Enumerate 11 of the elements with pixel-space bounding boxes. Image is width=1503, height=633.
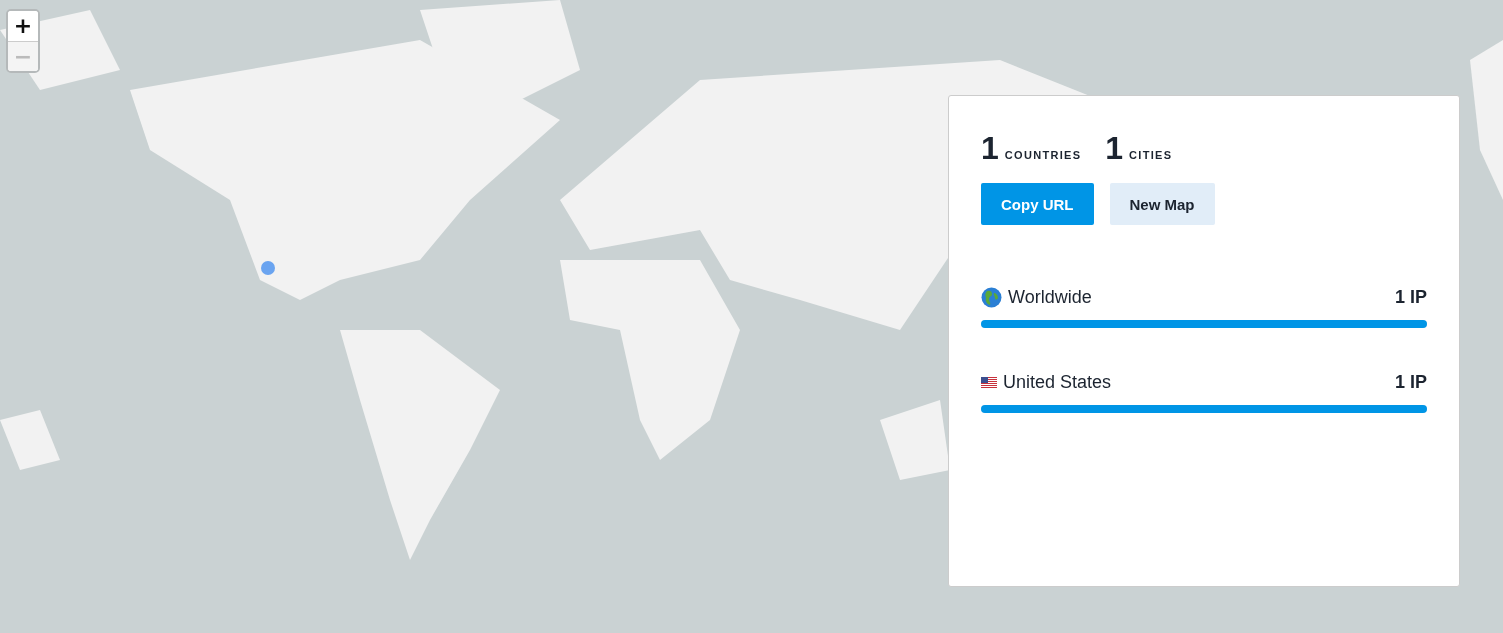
ip-count: 1 IP (1394, 287, 1427, 308)
new-map-button[interactable]: New Map (1109, 183, 1215, 225)
stat-label: CITIES (1129, 149, 1173, 161)
globe-icon (981, 287, 1002, 308)
stat-value: 1 (1105, 130, 1124, 167)
region-name: United States (1003, 372, 1112, 393)
ip-count: 1 IP (1394, 372, 1427, 393)
stat-value: 1 (981, 130, 999, 167)
stat-label: COUNTRIES (1004, 149, 1082, 161)
region-name: Worldwide (1008, 287, 1092, 308)
flag-icon (981, 377, 997, 388)
